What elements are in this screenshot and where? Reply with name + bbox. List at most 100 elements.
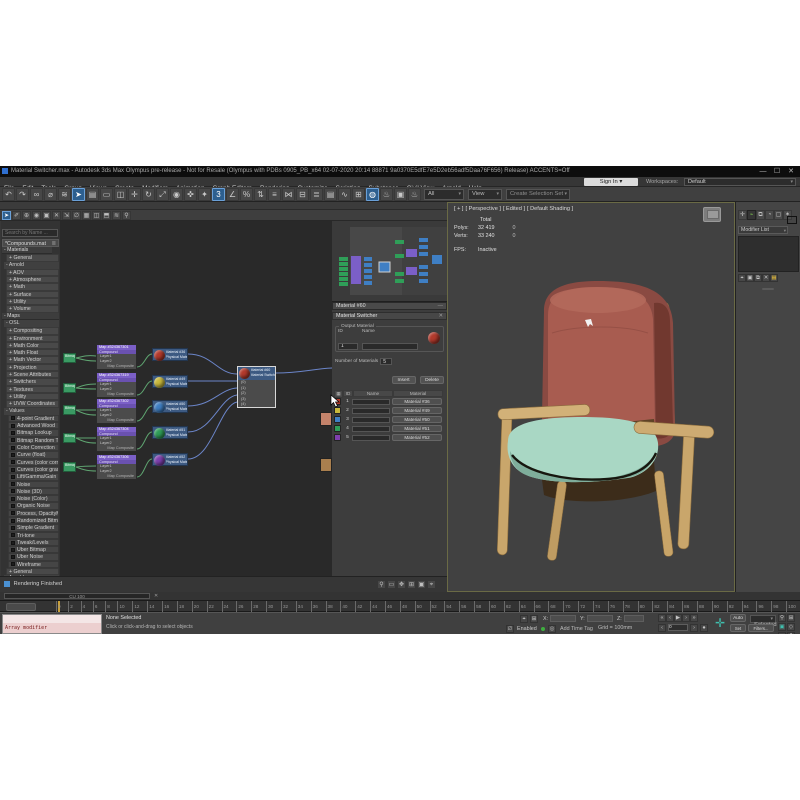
material-switcher-rollout[interactable]: ✕Material Switcher [332, 312, 447, 320]
material-node[interactable]: Material #51Physical Mate... [152, 426, 188, 439]
material-row-name-field[interactable] [352, 399, 390, 405]
browser-item[interactable]: 4-point Gradient [8, 415, 59, 422]
spinner-snap-icon[interactable]: ⇅ [254, 188, 267, 201]
material-node[interactable]: Material #49Physical Mate... [152, 375, 188, 388]
browser-item[interactable]: Bitmap Lookup [8, 429, 59, 436]
enabled-label[interactable]: Enabled [517, 626, 537, 632]
browser-item[interactable]: + Math Color [6, 342, 59, 349]
current-frame-field[interactable] [668, 624, 688, 631]
browser-item[interactable]: - Materials [2, 247, 52, 254]
minimize-button[interactable]: — [756, 166, 770, 177]
motion-tab[interactable]: ◔ [765, 210, 774, 220]
zoom-icon[interactable]: ⚲ [778, 614, 786, 622]
material-row-button[interactable]: Material #36 [392, 398, 442, 405]
parameter-panel-title[interactable]: —Material #60 [332, 302, 447, 310]
go-to-start-icon[interactable]: « [658, 614, 666, 622]
delete-button[interactable]: Delete [420, 376, 444, 384]
material-row-swatch[interactable] [334, 434, 341, 441]
go-to-end-icon[interactable]: » [690, 614, 698, 622]
selection-filter-dropdown[interactable]: ▾All [424, 189, 464, 200]
partial-node[interactable] [320, 412, 332, 426]
add-time-tag[interactable]: Add Time Tag [560, 626, 593, 632]
browser-item[interactable]: Tri-tone [8, 532, 59, 539]
ribbon-toggle-icon[interactable]: ▤ [324, 188, 337, 201]
modifier-list-dropdown[interactable]: ▾Modifier List [738, 226, 788, 234]
browser-item[interactable]: + Atmosphere [6, 276, 59, 283]
absolute-mode-icon[interactable]: ⊞ [530, 615, 538, 623]
node-output[interactable]: Map Composite [107, 446, 134, 450]
rectangular-selection-icon[interactable]: ▭ [100, 188, 113, 201]
selection-set-key-dropdown[interactable]: ▾Selected [750, 615, 776, 623]
curve-editor-icon[interactable]: ∿ [338, 188, 351, 201]
material-row-name-field[interactable] [352, 417, 390, 423]
maxscript-mini-listener[interactable]: Array modifier [2, 614, 102, 634]
browser-item[interactable]: Curves (color correction) [8, 459, 59, 466]
close-icon[interactable]: ✕ [438, 313, 443, 320]
pan-icon[interactable]: ✥ [787, 632, 795, 634]
snaps-toggle-icon[interactable]: 3 [212, 188, 225, 201]
browser-item[interactable]: + Switchers [6, 378, 59, 385]
object-color-swatch[interactable] [787, 216, 797, 224]
browser-item[interactable]: Uber Noise [8, 553, 59, 560]
make-unique-icon[interactable]: ⧉ [754, 274, 762, 282]
selection-lock-icon[interactable]: ⌖ [520, 615, 528, 623]
bitmap-node[interactable]: Bitmap [63, 405, 76, 415]
select-by-material-icon[interactable]: ⚲ [122, 211, 131, 220]
browser-item[interactable]: + General [6, 568, 59, 575]
render-production-icon[interactable]: ♨ [408, 188, 421, 201]
fov-icon[interactable]: ◇ [787, 623, 795, 631]
previous-frame-icon[interactable]: ‹ [666, 614, 674, 622]
render-setup-icon[interactable]: ♨ [380, 188, 393, 201]
unlink-selection-icon[interactable]: ⌀ [44, 188, 57, 201]
workspace-dropdown[interactable]: ▾Default [684, 178, 796, 186]
browser-item[interactable]: + Projection [6, 364, 59, 371]
edit-named-selections-icon[interactable]: ≡ [268, 188, 281, 201]
navigator-minimap[interactable] [332, 221, 447, 302]
angle-snap-icon[interactable]: ∠ [226, 188, 239, 201]
show-end-result-icon[interactable]: ⬒ [102, 211, 111, 220]
material-row-button[interactable]: Material #51 [392, 425, 442, 432]
material-node[interactable]: Material #36Physical Mate... [152, 348, 188, 361]
material-row-name-field[interactable] [352, 435, 390, 441]
browser-item[interactable]: + Utility [6, 393, 59, 400]
search-input[interactable] [2, 229, 58, 237]
slate-select-tool-icon[interactable]: ➤ [2, 211, 11, 220]
select-and-link-icon[interactable]: ∞ [30, 188, 43, 201]
material-switcher-node[interactable]: Material #60Material Switcher (0)(1)(2)(… [237, 366, 276, 408]
view-pan-to-selected-icon[interactable]: ⌖ [427, 580, 436, 589]
browser-item[interactable]: + Environment [6, 335, 59, 342]
browser-item[interactable]: Wireframe [8, 561, 59, 568]
create-tab[interactable]: ✛ [738, 210, 747, 220]
view-zoom-region-icon[interactable]: ▭ [387, 580, 396, 589]
assign-material-to-selection-icon[interactable]: ▣ [42, 211, 51, 220]
key-filters-button[interactable]: Filters... [748, 624, 774, 632]
hide-unused-nodeslots-icon[interactable]: ∅ [72, 211, 81, 220]
material-row-swatch[interactable] [334, 425, 341, 432]
output-id-spinner[interactable] [338, 343, 358, 350]
bitmap-node[interactable]: Bitmap [63, 433, 76, 443]
browser-item[interactable]: - Values [4, 408, 59, 415]
mirror-icon[interactable]: ⋈ [282, 188, 295, 201]
compound-node[interactable]: Map #324367304 Compound Layer1 Layer2 Ma… [96, 426, 137, 452]
material-row-name-field[interactable] [352, 408, 390, 414]
set-key-button[interactable]: Set Key [730, 624, 746, 632]
display-tab[interactable]: ▢ [774, 210, 783, 220]
browser-item[interactable]: + General [6, 254, 59, 261]
browser-item[interactable]: + AOV [6, 269, 59, 276]
layout-all-icon[interactable]: ≋ [112, 211, 121, 220]
remove-modifier-icon[interactable]: ✕ [762, 274, 770, 282]
y-coordinate-field[interactable] [587, 615, 613, 622]
browser-item[interactable]: + Scene Attributes [6, 371, 59, 378]
zoom-extents-icon[interactable]: ▣ [778, 623, 786, 631]
timeline[interactable]: 0246810121416182022242628303234363840424… [0, 600, 800, 612]
key-mode-icon[interactable]: ● [700, 624, 708, 632]
material-row-button[interactable]: Material #50 [392, 416, 442, 423]
cancel-render-icon[interactable]: ✕ [154, 593, 158, 599]
reference-coordinate-dropdown[interactable]: ▾View [468, 189, 502, 200]
bitmap-node[interactable]: Bitmap [63, 462, 76, 472]
browser-item[interactable]: Bitmap Random Tiling [8, 437, 59, 444]
view-zoom-extents-icon[interactable]: ⊞ [407, 580, 416, 589]
next-key-icon[interactable]: › [690, 624, 698, 632]
rendered-frame-icon[interactable]: ▣ [394, 188, 407, 201]
collapse-icon[interactable]: — [438, 303, 443, 310]
